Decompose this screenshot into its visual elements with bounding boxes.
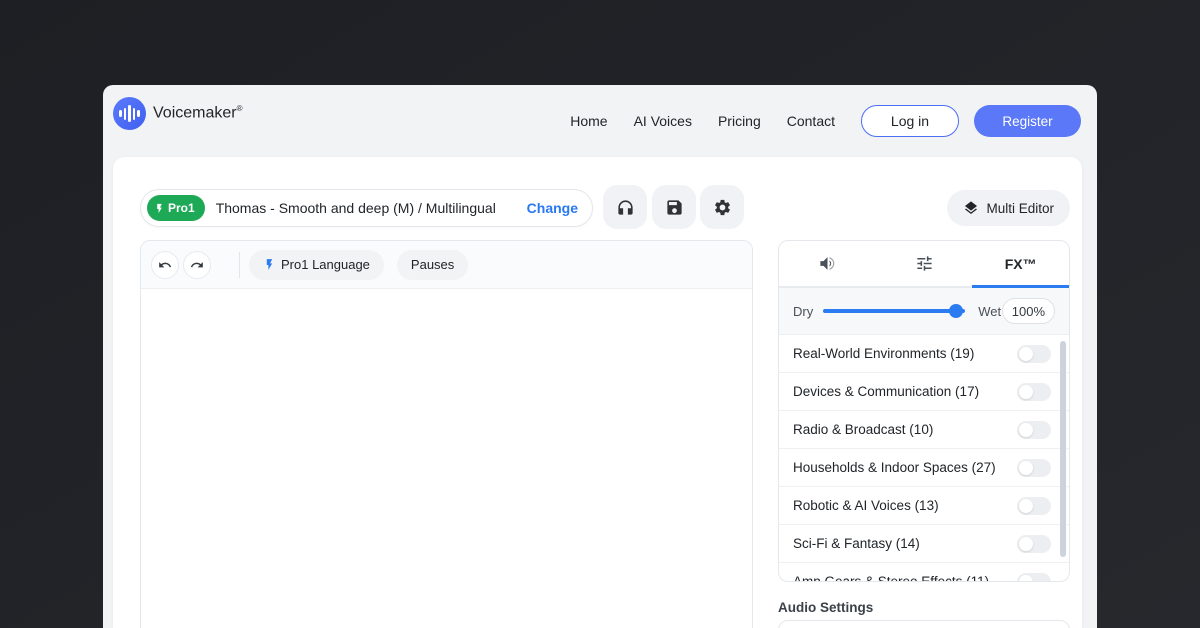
fx-panel: FX™ Dry Wet 100% Real-World Environments… [778,240,1070,582]
undo-icon [158,258,172,272]
fx-item-label: Real-World Environments (19) [793,346,1017,361]
fx-toggle[interactable] [1017,535,1051,553]
fx-toggle[interactable] [1017,421,1051,439]
dry-wet-row: Dry Wet 100% [779,288,1069,335]
voice-name: Thomas - Smooth and deep (M) / Multiling… [216,200,527,216]
redo-icon [190,258,204,272]
change-voice-link[interactable]: Change [527,200,578,216]
registered-mark: ® [237,104,243,113]
tab-voice-settings[interactable] [876,241,973,286]
fx-scrollbar[interactable] [1060,341,1066,557]
text-input-area[interactable] [141,289,752,628]
fx-item-label: Robotic & AI Voices (13) [793,498,1017,513]
fx-toggle[interactable] [1017,497,1051,515]
fx-list-item: Amp Gears & Stereo Effects (11) [779,563,1069,582]
text-editor-panel: Pro1 Language Pauses [140,240,753,628]
waveform-icon [119,105,140,122]
nav-pricing[interactable]: Pricing [718,113,761,129]
header-nav: Home AI Voices Pricing Contact Log in Re… [570,85,1081,157]
audio-settings-box [778,620,1070,628]
settings-button[interactable] [700,185,744,229]
fx-toggle[interactable] [1017,459,1051,477]
wet-value-badge: 100% [1002,298,1055,324]
site-header: Voicemaker® Home AI Voices Pricing Conta… [103,85,1097,157]
bolt-icon [263,258,276,271]
headphones-icon [616,198,635,217]
pro1-badge-label: Pro1 [168,201,195,215]
save-icon [665,198,684,217]
pauses-button[interactable]: Pauses [397,250,468,280]
login-button[interactable]: Log in [861,105,959,137]
volume-icon [818,254,837,273]
voice-selector[interactable]: Pro1 Thomas - Smooth and deep (M) / Mult… [140,189,593,227]
register-button[interactable]: Register [974,105,1081,137]
active-tab-underline [972,285,1069,288]
fx-list-item: Households & Indoor Spaces (27) [779,449,1069,487]
toolbar-divider [239,252,240,278]
fx-tab-label: FX™ [1005,256,1037,272]
undo-button[interactable] [151,251,179,279]
editor-toolbar: Pro1 Language Pauses [141,241,752,289]
main-card: Pro1 Thomas - Smooth and deep (M) / Mult… [113,157,1082,628]
tab-fx[interactable]: FX™ [972,241,1069,286]
bolt-icon [154,203,165,214]
fx-item-label: Radio & Broadcast (10) [793,422,1017,437]
nav-contact[interactable]: Contact [787,113,835,129]
fx-list-item: Radio & Broadcast (10) [779,411,1069,449]
audio-settings-title: Audio Settings [778,600,873,615]
fx-item-label: Amp Gears & Stereo Effects (11) [793,574,1017,582]
pro1-language-label: Pro1 Language [281,257,370,272]
voicemaker-logo-icon [113,97,146,130]
fx-list-item: Sci-Fi & Fantasy (14) [779,525,1069,563]
fx-item-label: Sci-Fi & Fantasy (14) [793,536,1017,551]
wet-label: Wet [978,304,1001,319]
tab-voice-volume[interactable] [779,241,876,286]
fx-list-item: Real-World Environments (19) [779,335,1069,373]
fx-list-item: Devices & Communication (17) [779,373,1069,411]
fx-item-label: Devices & Communication (17) [793,384,1017,399]
fx-panel-tabs: FX™ [779,241,1069,288]
pauses-label: Pauses [411,257,454,272]
nav-ai-voices[interactable]: AI Voices [634,113,692,129]
pro1-language-button[interactable]: Pro1 Language [249,250,384,280]
brand-logo[interactable]: Voicemaker® [113,97,243,130]
slider-knob[interactable] [949,304,963,318]
listen-button[interactable] [603,185,647,229]
multi-editor-button[interactable]: Multi Editor [947,190,1070,226]
pro1-badge: Pro1 [147,195,205,221]
fx-toggle[interactable] [1017,573,1051,583]
fx-toggle[interactable] [1017,345,1051,363]
brand-name: Voicemaker® [153,104,243,122]
fx-list-item: Robotic & AI Voices (13) [779,487,1069,525]
fx-item-label: Households & Indoor Spaces (27) [793,460,1017,475]
dry-label: Dry [793,304,813,319]
nav-home[interactable]: Home [570,113,607,129]
save-button[interactable] [652,185,696,229]
slider-track [823,309,965,313]
dry-wet-slider[interactable] [823,304,965,318]
multi-editor-label: Multi Editor [986,201,1054,216]
app-window: Voicemaker® Home AI Voices Pricing Conta… [103,85,1097,628]
gear-icon [713,198,732,217]
tune-icon [915,254,934,273]
fx-category-list: Real-World Environments (19) Devices & C… [779,335,1069,582]
redo-button[interactable] [183,251,211,279]
layers-icon [963,200,979,216]
fx-toggle[interactable] [1017,383,1051,401]
